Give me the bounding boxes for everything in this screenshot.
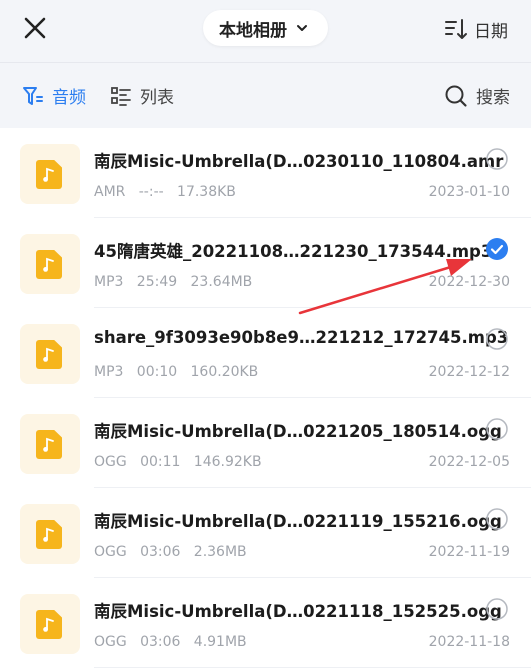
file-size: 146.92KB xyxy=(193,454,262,470)
file-duration: 00:10 xyxy=(136,364,178,380)
music-note-icon xyxy=(43,437,54,452)
checkbox-checked-icon[interactable] xyxy=(486,238,508,260)
file-meta: OGG 00:11 146.92KB xyxy=(94,454,262,470)
search-button[interactable]: 搜索 xyxy=(444,83,510,108)
sort-icon xyxy=(445,19,467,39)
file-date: 2022-11-18 xyxy=(428,634,510,650)
file-meta: OGG 03:06 4.91MB xyxy=(94,634,247,650)
list-item[interactable]: 南辰Misic-Umbrella(D…0221118_152525.ogg OG… xyxy=(0,578,531,668)
file-format: OGG xyxy=(94,634,127,650)
list-item[interactable]: 南辰Misic-Umbrella(D…0221119_155216.ogg OG… xyxy=(0,488,531,578)
music-note-icon xyxy=(43,347,54,362)
file-format: MP3 xyxy=(94,364,124,380)
file-format: AMR xyxy=(94,184,126,200)
file-duration: 03:06 xyxy=(140,544,181,560)
file-size: 4.91MB xyxy=(193,634,247,650)
audio-file-icon xyxy=(20,504,80,564)
file-duration: 03:06 xyxy=(140,634,181,650)
checkbox-unchecked-icon[interactable] xyxy=(486,148,508,170)
file-date: 2022-12-12 xyxy=(428,364,510,380)
file-date: 2022-12-30 xyxy=(428,274,510,290)
file-format: OGG xyxy=(94,454,127,470)
file-duration: --:-- xyxy=(138,184,164,200)
file-date: 2022-11-19 xyxy=(428,544,510,560)
file-size: 17.38KB xyxy=(177,184,236,200)
sort-label: 日期 xyxy=(474,21,508,42)
audio-file-icon xyxy=(20,144,80,204)
album-selector[interactable]: 本地相册 xyxy=(203,10,328,46)
file-duration: 25:49 xyxy=(136,274,178,290)
audio-file-icon xyxy=(20,324,80,384)
sort-by-date-button[interactable]: 日期 xyxy=(444,15,508,43)
search-icon xyxy=(445,85,467,107)
audio-file-icon xyxy=(20,594,80,654)
list-item[interactable]: 南辰Misic-Umbrella(D…0221205_180514.ogg OG… xyxy=(0,398,531,488)
checkbox-unchecked-icon[interactable] xyxy=(486,418,508,440)
file-size: 160.20KB xyxy=(190,364,259,380)
tab-list-view[interactable]: 列表 xyxy=(110,83,174,108)
file-date: 2022-12-05 xyxy=(428,454,510,470)
music-note-icon xyxy=(43,617,54,632)
audio-file-icon xyxy=(20,414,80,474)
file-format: MP3 xyxy=(94,274,124,290)
file-meta: AMR --:-- 17.38KB xyxy=(94,184,236,200)
checkbox-unchecked-icon[interactable] xyxy=(486,328,508,350)
file-meta: MP3 00:10 160.20KB xyxy=(94,364,258,380)
list-item[interactable]: 45隋唐英雄_20221108…221230_173544.mp3 MP3 25… xyxy=(0,218,531,308)
file-meta: MP3 25:49 23.64MB xyxy=(94,274,252,290)
file-name: 南辰Misic-Umbrella(D…0230110_110804.amr xyxy=(94,152,504,171)
header-divider xyxy=(0,62,531,63)
file-name: 南辰Misic-Umbrella(D…0221118_152525.ogg xyxy=(94,602,502,621)
file-duration: 00:11 xyxy=(140,454,181,470)
checkbox-unchecked-icon[interactable] xyxy=(486,508,508,530)
tab-audio[interactable]: 音频 xyxy=(22,83,86,108)
checkbox-unchecked-icon[interactable] xyxy=(486,598,508,620)
filter-bar: 音频 列表 搜索 xyxy=(0,72,531,122)
list-item[interactable]: 南辰Misic-Umbrella(D…0230110_110804.amr AM… xyxy=(0,128,531,218)
chevron-down-icon xyxy=(297,25,307,31)
file-format: OGG xyxy=(94,544,127,560)
file-name: 南辰Misic-Umbrella(D…0221119_155216.ogg xyxy=(94,512,502,531)
file-size: 2.36MB xyxy=(193,544,247,560)
music-note-icon xyxy=(43,527,54,542)
list-view-icon xyxy=(111,86,131,106)
file-size: 23.64MB xyxy=(190,274,253,290)
audio-file-icon xyxy=(20,234,80,294)
file-date: 2023-01-10 xyxy=(428,184,510,200)
tab-audio-label: 音频 xyxy=(52,88,86,108)
music-note-icon xyxy=(43,167,54,182)
search-label: 搜索 xyxy=(476,88,510,108)
top-bar: 本地相册 日期 xyxy=(0,0,531,62)
file-meta: OGG 03:06 2.36MB xyxy=(94,544,247,560)
file-name: 南辰Misic-Umbrella(D…0221205_180514.ogg xyxy=(94,422,502,441)
filter-icon xyxy=(23,86,43,105)
tab-list-label: 列表 xyxy=(140,88,174,108)
list-item[interactable]: share_9f3093e90b8e9…221212_172745.mp3 MP… xyxy=(0,308,531,398)
music-note-icon xyxy=(43,257,54,272)
close-icon[interactable] xyxy=(20,13,50,43)
album-selector-label: 本地相册 xyxy=(219,20,287,41)
file-name: share_9f3093e90b8e9…221212_172745.mp3 xyxy=(94,328,509,347)
file-name: 45隋唐英雄_20221108…221230_173544.mp3 xyxy=(94,242,493,261)
